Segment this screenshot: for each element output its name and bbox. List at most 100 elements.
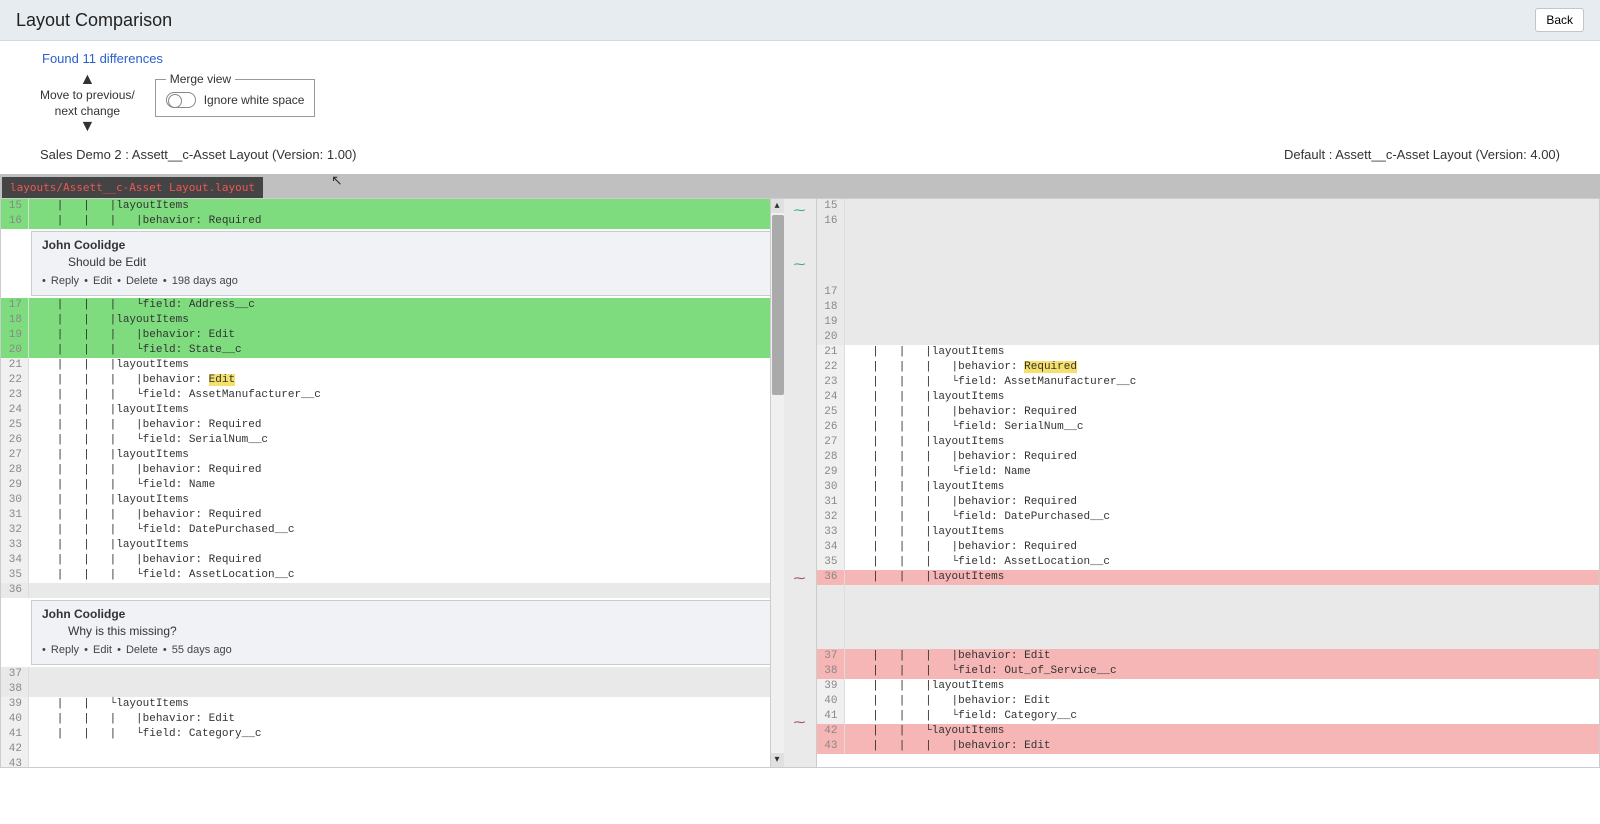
line-number: 41 xyxy=(817,709,845,724)
code-line[interactable]: 24 | | |layoutItems xyxy=(817,390,1600,405)
code-text xyxy=(33,667,784,682)
file-tab[interactable]: layouts/Assett__c-Asset Layout.layout xyxy=(2,177,263,198)
code-line[interactable]: 32 | | | └field: DatePurchased__c xyxy=(817,510,1600,525)
code-text: | | | └field: Out_of_Service__c xyxy=(849,664,1600,679)
reply-link[interactable]: Reply xyxy=(51,275,79,287)
left-version-label: Sales Demo 2 : Assett__c-Asset Layout (V… xyxy=(40,147,357,162)
code-line[interactable]: 24 | | |layoutItems xyxy=(1,403,784,418)
code-line[interactable]: 22 | | | |behavior: Required xyxy=(817,360,1600,375)
line-number: 18 xyxy=(1,313,29,328)
code-line[interactable]: 31 | | | |behavior: Required xyxy=(1,508,784,523)
code-line[interactable]: 28 | | | |behavior: Required xyxy=(817,450,1600,465)
code-text: | | | |behavior: Required xyxy=(33,418,784,433)
code-line[interactable]: 21 | | |layoutItems xyxy=(817,345,1600,360)
code-line[interactable]: 43 | | | |behavior: Edit xyxy=(817,739,1600,754)
code-line[interactable]: 27 | | |layoutItems xyxy=(1,448,784,463)
code-line[interactable]: 33 | | |layoutItems xyxy=(817,525,1600,540)
code-line[interactable]: 42 | | └layoutItems xyxy=(817,724,1600,739)
comment-box: John Coolidge Should be Edit • Reply • E… xyxy=(31,231,778,296)
prev-change-arrow[interactable]: ▲ xyxy=(79,72,95,88)
code-line[interactable]: 38 xyxy=(1,682,784,697)
code-line[interactable]: 26 | | | └field: SerialNum__c xyxy=(1,433,784,448)
edit-link[interactable]: Edit xyxy=(93,644,112,656)
code-text: | | | └field: State__c xyxy=(33,343,784,358)
code-line[interactable]: 23 | | | └field: AssetManufacturer__c xyxy=(1,388,784,403)
code-line[interactable]: 43 xyxy=(1,757,784,768)
edit-link[interactable]: Edit xyxy=(93,275,112,287)
code-line[interactable]: 37 xyxy=(1,667,784,682)
delete-link[interactable]: Delete xyxy=(126,275,158,287)
code-text: | | |layoutItems xyxy=(33,313,784,328)
code-text: | | | |behavior: Required xyxy=(849,360,1600,375)
code-line[interactable]: 23 | | | └field: AssetManufacturer__c xyxy=(817,375,1600,390)
code-line[interactable]: 35 | | | └field: AssetLocation__c xyxy=(1,568,784,583)
code-line[interactable]: 41 | | | └field: Category__c xyxy=(1,727,784,742)
code-line[interactable]: 34 | | | |behavior: Required xyxy=(817,540,1600,555)
line-number: 28 xyxy=(817,450,845,465)
code-line[interactable]: 29 | | | └field: Name xyxy=(817,465,1600,480)
code-line[interactable]: 40 | | | |behavior: Edit xyxy=(1,712,784,727)
code-line[interactable]: 15 | | |layoutItems xyxy=(1,199,784,214)
code-line[interactable]: 21 | | |layoutItems xyxy=(1,358,784,373)
code-line[interactable]: 20 xyxy=(817,330,1600,345)
scroll-up-arrow[interactable]: ▴ xyxy=(771,199,784,213)
code-line[interactable]: 16 | | | |behavior: Required xyxy=(1,214,784,229)
ignore-whitespace-toggle[interactable] xyxy=(166,92,196,108)
line-number: 15 xyxy=(1,199,29,214)
code-text: | | | └field: Name xyxy=(849,465,1600,480)
code-text xyxy=(849,330,1600,345)
code-text xyxy=(849,300,1600,315)
code-line[interactable]: 26 | | | └field: SerialNum__c xyxy=(817,420,1600,435)
code-line[interactable]: 40 | | | |behavior: Edit xyxy=(817,694,1600,709)
code-line[interactable]: 27 | | |layoutItems xyxy=(817,435,1600,450)
code-line[interactable]: 22 | | | |behavior: Edit xyxy=(1,373,784,388)
code-line[interactable]: 31 | | | |behavior: Required xyxy=(817,495,1600,510)
scroll-down-arrow[interactable]: ▾ xyxy=(771,753,784,767)
code-line[interactable]: 36 | | |layoutItems xyxy=(817,570,1600,585)
scroll-thumb[interactable] xyxy=(772,215,784,395)
code-line[interactable]: 35 | | | └field: AssetLocation__c xyxy=(817,555,1600,570)
code-line[interactable]: 38 | | | └field: Out_of_Service__c xyxy=(817,664,1600,679)
next-change-arrow[interactable]: ▼ xyxy=(79,119,95,135)
code-line[interactable]: 19 | | | |behavior: Edit xyxy=(1,328,784,343)
code-line[interactable]: 29 | | | └field: Name xyxy=(1,478,784,493)
back-button[interactable]: Back xyxy=(1535,8,1584,32)
code-text: | | | |behavior: Required xyxy=(849,495,1600,510)
code-line[interactable]: 33 | | |layoutItems xyxy=(1,538,784,553)
code-line[interactable]: 25 | | | |behavior: Required xyxy=(817,405,1600,420)
code-line[interactable]: 19 xyxy=(817,315,1600,330)
code-line[interactable]: 17 | | | └field: Address__c xyxy=(1,298,784,313)
code-line[interactable]: 30 | | |layoutItems xyxy=(817,480,1600,495)
center-gutter: ⁓ ⁓ ⁓ ⁓ xyxy=(784,198,816,768)
code-line[interactable]: 39 | | └layoutItems xyxy=(1,697,784,712)
right-diff-pane[interactable]: 15 16 17 18 19 20 21 | | |layoutItems 22 xyxy=(816,198,1600,768)
code-text: | | | └field: Category__c xyxy=(33,727,784,742)
code-line[interactable]: 28 | | | |behavior: Required xyxy=(1,463,784,478)
comment-time: 198 days ago xyxy=(172,275,238,287)
line-number: 19 xyxy=(1,328,29,343)
code-line[interactable]: 17 xyxy=(817,285,1600,300)
code-text: | | |layoutItems xyxy=(33,538,784,553)
tabstrip: layouts/Assett__c-Asset Layout.layout xyxy=(0,174,1600,198)
code-text xyxy=(33,757,784,768)
code-line[interactable]: 32 | | | └field: DatePurchased__c xyxy=(1,523,784,538)
code-line[interactable]: 15 xyxy=(817,199,1600,214)
delete-link[interactable]: Delete xyxy=(126,644,158,656)
code-line[interactable]: 20 | | | └field: State__c xyxy=(1,343,784,358)
code-line[interactable]: 37 | | | |behavior: Edit xyxy=(817,649,1600,664)
left-diff-pane[interactable]: 15 | | |layoutItems 16 | | | |behavior: … xyxy=(0,198,784,768)
code-line[interactable]: 30 | | |layoutItems xyxy=(1,493,784,508)
code-line[interactable]: 18 | | |layoutItems xyxy=(1,313,784,328)
code-line[interactable]: 18 xyxy=(817,300,1600,315)
code-line[interactable]: 34 | | | |behavior: Required xyxy=(1,553,784,568)
code-line[interactable]: 42 xyxy=(1,742,784,757)
reply-link[interactable]: Reply xyxy=(51,644,79,656)
left-scrollbar[interactable]: ▴ ▾ xyxy=(770,199,784,767)
code-line[interactable]: 25 | | | |behavior: Required xyxy=(1,418,784,433)
code-text: | | |layoutItems xyxy=(849,679,1600,694)
code-line[interactable]: 39 | | |layoutItems xyxy=(817,679,1600,694)
code-line[interactable]: 41 | | | └field: Category__c xyxy=(817,709,1600,724)
code-line[interactable]: 16 xyxy=(817,214,1600,229)
code-line[interactable]: 36 xyxy=(1,583,784,598)
gap-area xyxy=(817,585,1600,649)
